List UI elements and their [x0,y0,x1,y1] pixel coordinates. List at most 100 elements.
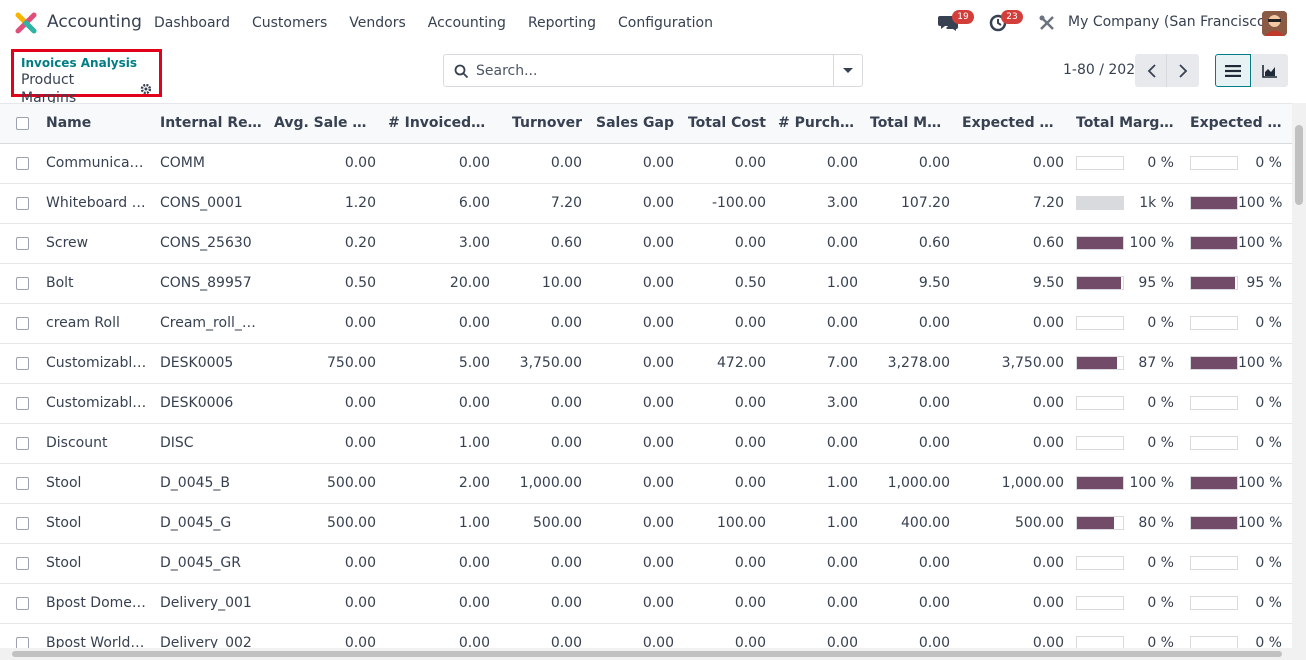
graph-view-button[interactable] [1252,54,1288,87]
col-internal-ref[interactable]: Internal Ref... [154,104,268,144]
progress-bar-widget: 0 % [1076,395,1178,411]
cell-internal-ref: DISC [160,435,194,451]
search-icon [454,64,469,79]
table-row[interactable]: Customizable ... DESK0006 0.00 0.00 0.00 0.00… [0,383,1292,423]
progress-bar-label: 0 % [1147,435,1174,451]
menu-accounting[interactable]: Accounting [417,15,517,31]
row-checkbox[interactable] [16,476,29,490]
progress-bar-label: 0 % [1147,315,1174,331]
row-checkbox[interactable] [16,436,29,450]
menu-vendors[interactable]: Vendors [338,15,416,31]
row-checkbox[interactable] [16,596,29,610]
row-checkbox-cell[interactable] [0,423,40,463]
table-row[interactable]: Whiteboard Pen CONS_0001 1.20 6.00 7.20 0.00 -… [0,183,1292,223]
table-row[interactable]: Discount DISC 0.00 1.00 0.00 0.00 0.00 0.00 0.00… [0,423,1292,463]
row-checkbox[interactable] [16,276,29,290]
cell-avg-sale-unit: 0.00 [344,435,376,451]
progress-bar [1190,436,1238,450]
cell-expected-margin: 9.50 [1032,275,1064,291]
user-avatar[interactable] [1262,11,1287,36]
menu-configuration[interactable]: Configuration [607,15,724,31]
col-avg-sale-unit[interactable]: Avg. Sale Unit... [268,104,382,144]
col-total-margin[interactable]: Total Margin [864,104,956,144]
row-checkbox[interactable] [16,516,29,530]
menu-dashboard[interactable]: Dashboard [143,15,241,31]
menu-reporting[interactable]: Reporting [517,15,607,31]
row-checkbox-cell[interactable] [0,583,40,623]
accounting-app-icon[interactable] [15,12,37,34]
table-row[interactable]: Bpost Domes... Delivery_001 0.00 0.00 0.00 0.… [0,583,1292,623]
vertical-scrollbar[interactable] [1292,103,1306,648]
search-options-toggle[interactable] [833,55,862,86]
row-checkbox-cell[interactable] [0,463,40,503]
table-row[interactable]: Screw CONS_25630 0.20 3.00 0.60 0.00 0.00 0.00 0… [0,223,1292,263]
col-expected-margin[interactable]: Expected Mar... [956,104,1070,144]
row-checkbox[interactable] [16,196,29,210]
table-row[interactable]: cream Roll Cream_roll_123 0.00 0.00 0.00 0.00… [0,303,1292,343]
list-view-button[interactable] [1215,54,1251,87]
row-checkbox-cell[interactable] [0,343,40,383]
row-checkbox-cell[interactable] [0,143,40,183]
search-input[interactable] [474,55,864,86]
cell-turnover: 0.00 [550,435,582,451]
tools-icon[interactable] [1038,14,1056,32]
progress-bar-widget: 0 % [1076,635,1178,648]
progress-bar [1190,356,1238,370]
row-checkbox[interactable] [16,556,29,570]
col-purchased[interactable]: # Purchased [772,104,864,144]
pager-next-button[interactable] [1166,54,1199,87]
cell-internal-ref: DESK0005 [160,355,234,371]
row-checkbox-cell[interactable] [0,623,40,648]
gear-icon[interactable] [140,83,152,95]
col-total-cost[interactable]: Total Cost [680,104,772,144]
row-checkbox-cell[interactable] [0,183,40,223]
row-checkbox[interactable] [16,396,29,410]
progress-bar-fill [1191,237,1237,249]
row-checkbox-cell[interactable] [0,303,40,343]
row-checkbox-cell[interactable] [0,223,40,263]
table-row[interactable]: Customizable ... DESK0005 750.00 5.00 3,750.… [0,343,1292,383]
table-row[interactable]: Bpost World E... Delivery_002 0.00 0.00 0.00… [0,623,1292,648]
table-row[interactable]: Stool D_0045_GR 0.00 0.00 0.00 0.00 0.00 0.00 0.… [0,543,1292,583]
col-invoiced[interactable]: # Invoiced in ... [382,104,496,144]
cell-total-margin: 0.00 [918,435,950,451]
col-turnover[interactable]: Turnover [496,104,588,144]
select-all-checkbox[interactable] [16,116,29,130]
cell-expected-margin: 0.00 [1032,315,1064,331]
col-sales-gap[interactable]: Sales Gap [588,104,680,144]
horizontal-scrollbar-thumb[interactable] [12,651,1282,657]
pager-value[interactable]: 1-80 / 202 [1063,62,1135,78]
vertical-scrollbar-thumb[interactable] [1295,125,1303,205]
row-checkbox-cell[interactable] [0,383,40,423]
col-name[interactable]: Name [40,104,154,144]
cell-avg-sale-unit: 0.00 [344,555,376,571]
progress-bar-fill [1191,197,1237,209]
table-row[interactable]: Bolt CONS_89957 0.50 20.00 10.00 0.00 0.50 1.00… [0,263,1292,303]
cell-name: Whiteboard Pen [46,195,154,211]
pager-previous-button[interactable] [1135,54,1168,87]
company-switcher[interactable]: My Company (San Francisco) [1068,14,1271,30]
row-checkbox[interactable] [16,316,29,330]
row-checkbox-cell[interactable] [0,503,40,543]
row-checkbox-cell[interactable] [0,263,40,303]
row-checkbox[interactable] [16,636,29,648]
menu-customers[interactable]: Customers [241,15,338,31]
select-all-checkbox-cell[interactable] [0,104,40,144]
col-expected-margin-rate[interactable]: Expected M... [1184,104,1292,144]
col-total-margin-rate[interactable]: Total Margin ... [1070,104,1184,144]
cell-total-margin: 0.00 [918,395,950,411]
row-checkbox[interactable] [16,236,29,250]
cell-total-cost: 0.00 [734,475,766,491]
progress-bar-label: 0 % [1147,555,1174,571]
row-checkbox[interactable] [16,356,29,370]
table-row[interactable]: Stool D_0045_B 500.00 2.00 1,000.00 0.00 0.00 1… [0,463,1292,503]
progress-bar-widget: 0 % [1190,595,1286,611]
table-row[interactable]: Communication COMM 0.00 0.00 0.00 0.00 0.00 0.0… [0,143,1292,183]
app-name[interactable]: Accounting [47,12,142,32]
row-checkbox[interactable] [16,156,29,170]
horizontal-scrollbar[interactable] [0,648,1306,660]
row-checkbox-cell[interactable] [0,543,40,583]
breadcrumb-parent[interactable]: Invoices Analysis [21,56,152,70]
table-row[interactable]: Stool D_0045_G 500.00 1.00 500.00 0.00 100.00 1… [0,503,1292,543]
cell-invoiced: 3.00 [458,235,490,251]
